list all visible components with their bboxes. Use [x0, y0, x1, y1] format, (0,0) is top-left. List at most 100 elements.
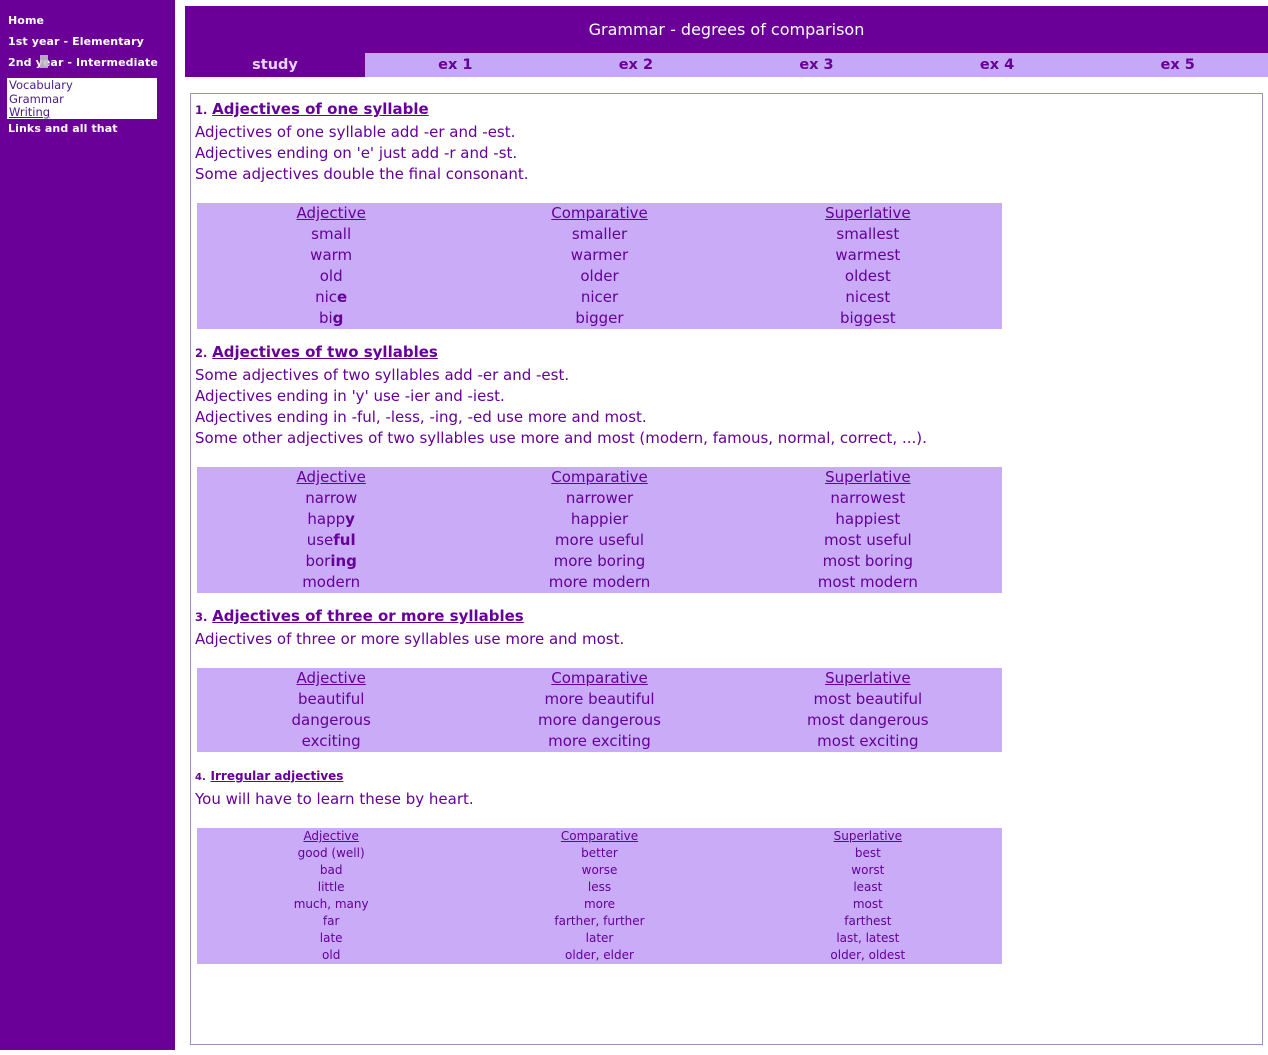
comparison-table: Adjective Comparative Superlative small smal…	[197, 203, 1002, 329]
cell-comparative: bigger	[575, 309, 624, 327]
cell-adjective: late	[319, 931, 343, 945]
page-title-text: Grammar - degrees of comparison	[588, 20, 865, 39]
cell-comparative: warmer	[570, 246, 629, 264]
cell-adjective: happy	[307, 510, 355, 528]
column-header-adjective: Adjective	[296, 204, 366, 222]
sidebar-submenu: Vocabulary Grammar Writing	[7, 78, 157, 119]
cell-superlative: least	[853, 880, 883, 894]
content-panel: 1. Adjectives of one syllable Adjectives …	[190, 93, 1263, 1045]
cell-comparative: farther, further	[554, 914, 645, 928]
section-heading: 2. Adjectives of two syllables	[195, 343, 1262, 363]
tab-ex-5[interactable]: ex 5	[1087, 53, 1268, 77]
section-title-link[interactable]: Adjectives of one syllable	[212, 100, 429, 118]
tab-label: ex 1	[438, 57, 473, 73]
table-row: exciting more exciting most exciting	[197, 731, 1002, 752]
sidebar-link-2nd-year[interactable]: 2nd year - Intermediate	[0, 56, 158, 69]
cell-comparative: later	[585, 931, 614, 945]
table-header-row: Adjective Comparative Superlative	[197, 203, 1002, 224]
cell-adjective: nice	[315, 288, 348, 306]
column-header-adjective: Adjective	[303, 829, 359, 843]
cell-superlative: smallest	[836, 225, 900, 243]
cell-adjective: warm	[310, 246, 353, 264]
section-heading: 1. Adjectives of one syllable	[195, 100, 1262, 120]
section-title-link[interactable]: Irregular adjectives	[211, 769, 344, 783]
cell-comparative: smaller	[571, 225, 628, 243]
section-line: Adjectives ending in -ful, -less, -ing, …	[195, 408, 647, 426]
cell-superlative: most dangerous	[807, 711, 929, 729]
section-line: Adjectives ending on 'e' just add -r and…	[195, 144, 518, 162]
text-cursor-highlight	[40, 55, 48, 68]
cell-adjective: modern	[302, 573, 361, 591]
tab-ex-4[interactable]: ex 4	[906, 53, 1088, 77]
section-heading: 4. Irregular adjectives	[195, 766, 1262, 787]
table-row: old older, elder older, oldest	[197, 947, 1002, 964]
cell-adjective: small	[311, 225, 352, 243]
section-number: 4.	[195, 772, 206, 783]
table-row: late later last, latest	[197, 930, 1002, 947]
column-header-superlative: Superlative	[825, 204, 911, 222]
section-title-link[interactable]: Adjectives of two syllables	[212, 343, 438, 361]
table-header-row: Adjective Comparative Superlative	[197, 668, 1002, 689]
submenu-link-vocabulary[interactable]: Vocabulary	[9, 78, 157, 93]
adjective-suffix: y	[345, 510, 355, 528]
sidebar-link-1st-year[interactable]: 1st year - Elementary	[0, 35, 144, 48]
cell-superlative: nicest	[845, 288, 891, 306]
column-header-superlative: Superlative	[825, 468, 911, 486]
cell-comparative: more	[583, 897, 616, 911]
cell-comparative: happier	[570, 510, 629, 528]
table-row: warm warmer warmest	[197, 245, 1002, 266]
cell-comparative: narrower	[565, 489, 634, 507]
section-title-link[interactable]: Adjectives of three or more syllables	[212, 607, 524, 625]
cell-adjective: good (well)	[297, 846, 365, 860]
table-header-row: Adjective Comparative Superlative	[197, 467, 1002, 488]
table-row: little less least	[197, 879, 1002, 896]
table-row: nice nicer nicest	[197, 287, 1002, 308]
table-row: bad worse worst	[197, 862, 1002, 879]
table-row: happy happier happiest	[197, 509, 1002, 530]
tab-ex-1[interactable]: ex 1	[365, 53, 546, 77]
tab-label: ex 2	[618, 57, 654, 73]
section-line: Adjectives of one syllable add -er and -…	[195, 123, 516, 141]
table-row: good (well) better best	[197, 845, 1002, 862]
cell-adjective: bad	[319, 863, 343, 877]
cell-comparative: more exciting	[548, 732, 651, 750]
table-row: big bigger biggest	[197, 308, 1002, 329]
cell-superlative: most modern	[817, 573, 918, 591]
main-area: Grammar - degrees of comparison study ex …	[185, 0, 1268, 1055]
cell-superlative: most useful	[823, 531, 912, 549]
submenu-link-grammar[interactable]: Grammar	[9, 92, 157, 107]
tab-label: ex 3	[799, 57, 834, 73]
comparison-table: Adjective Comparative Superlative narrow nar…	[197, 467, 1002, 593]
cell-superlative: narrowest	[830, 489, 906, 507]
column-header-comparative: Comparative	[551, 669, 648, 687]
tab-study[interactable]: study	[185, 53, 365, 77]
sections-container: 1. Adjectives of one syllable Adjectives …	[191, 94, 1262, 978]
cell-comparative: older, elder	[565, 948, 634, 962]
cell-superlative: oldest	[844, 267, 891, 285]
cell-adjective: much, many	[293, 897, 369, 911]
cell-adjective: old	[319, 267, 343, 285]
cell-adjective: old	[322, 948, 341, 962]
page-title: Grammar - degrees of comparison	[185, 6, 1268, 53]
tab-bar: study ex 1 ex 2 ex 3 ex 4 ex 5	[185, 53, 1268, 77]
column-header-superlative: Superlative	[825, 669, 911, 687]
submenu-link-writing[interactable]: Writing	[9, 105, 157, 120]
tab-ex-2[interactable]: ex 2	[545, 53, 727, 77]
tab-ex-3[interactable]: ex 3	[726, 53, 907, 77]
table-row: much, many more most	[197, 896, 1002, 913]
sidebar-link-home[interactable]: Home	[0, 14, 44, 27]
cell-superlative: older, oldest	[830, 948, 906, 962]
section-line: You will have to learn these by heart.	[195, 790, 474, 808]
cell-adjective: dangerous	[291, 711, 371, 729]
cell-adjective: useful	[306, 531, 356, 549]
table-row: dangerous more dangerous most dangerous	[197, 710, 1002, 731]
section-line: Some adjectives double the final consona…	[195, 165, 529, 183]
sidebar-link-links[interactable]: Links and all that	[0, 122, 118, 135]
cell-superlative: happiest	[835, 510, 901, 528]
adjective-suffix: e	[337, 288, 348, 306]
column-header-comparative: Comparative	[560, 829, 639, 843]
column-header-superlative: Superlative	[833, 829, 903, 843]
table-row: boring more boring most boring	[197, 551, 1002, 572]
